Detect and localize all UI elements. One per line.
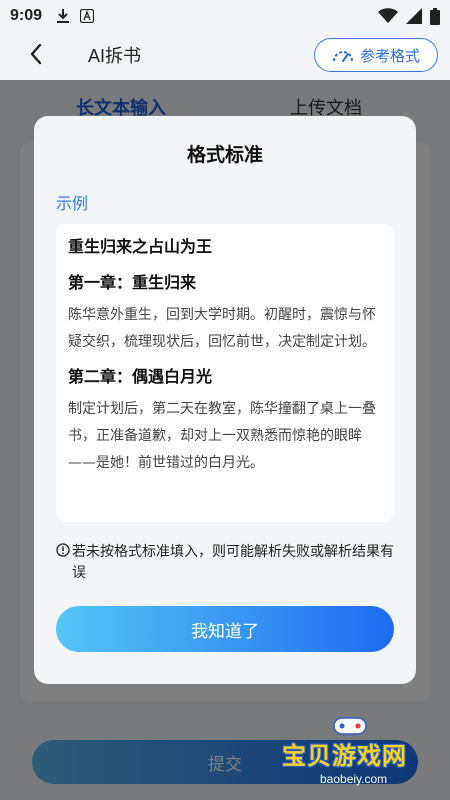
watermark-logo: 宝贝游戏网 baobeiy.com [282,717,442,794]
example-chapter-heading: 第一章：重生归来 [68,273,197,292]
gauge-icon [332,51,353,62]
status-bar: 9:09 [0,0,450,32]
gamepad-icon [333,717,367,735]
battery-icon [430,7,440,25]
status-time: 9:09 [10,7,43,24]
watermark-url: baobeiy.com [320,772,388,786]
chevron-left-icon [30,43,42,65]
dialog-title: 格式标准 [186,144,263,166]
example-label: 示例 [56,194,89,213]
example-card: 重生归来之占山为王 第一章：重生归来 陈华意外重生，回到大学时期。初醒时，震惊与… [56,224,394,522]
reference-format-button[interactable]: 参考格式 [314,38,438,72]
format-warning: 若未按格式标准填入，则可能解析失败或解析结果有误 [56,542,396,584]
warning-icon [56,543,70,557]
a-badge-icon [80,9,95,23]
wifi-icon [378,8,398,23]
example-chapter-heading: 第二章：偶遇白月光 [68,367,213,386]
example-chapter-body: 制定计划后，第二天在教室，陈华撞翻了桌上一叠书，正准备道歉，却对上一双熟悉而惊艳… [68,401,376,471]
watermark-text: 宝贝游戏网 [282,742,407,770]
signal-icon [406,8,422,24]
page-title: AI拆书 [88,46,142,66]
format-standard-dialog: 格式标准 示例 重生归来之占山为王 第一章：重生归来 陈华意外重生，回到大学时期… [34,116,416,684]
app-bar: AI拆书 参考格式 [0,32,450,76]
confirm-button[interactable]: 我知道了 [56,606,394,652]
example-chapter-body: 陈华意外重生，回到大学时期。初醒时，震惊与怀疑交织，梳理现状后，回忆前世，决定制… [68,307,376,350]
download-icon [57,9,70,23]
back-button[interactable] [24,40,48,68]
warning-text: 若未按格式标准填入，则可能解析失败或解析结果有误 [72,544,394,581]
example-book-title: 重生归来之占山为王 [68,237,213,256]
reference-format-label: 参考格式 [359,46,420,65]
